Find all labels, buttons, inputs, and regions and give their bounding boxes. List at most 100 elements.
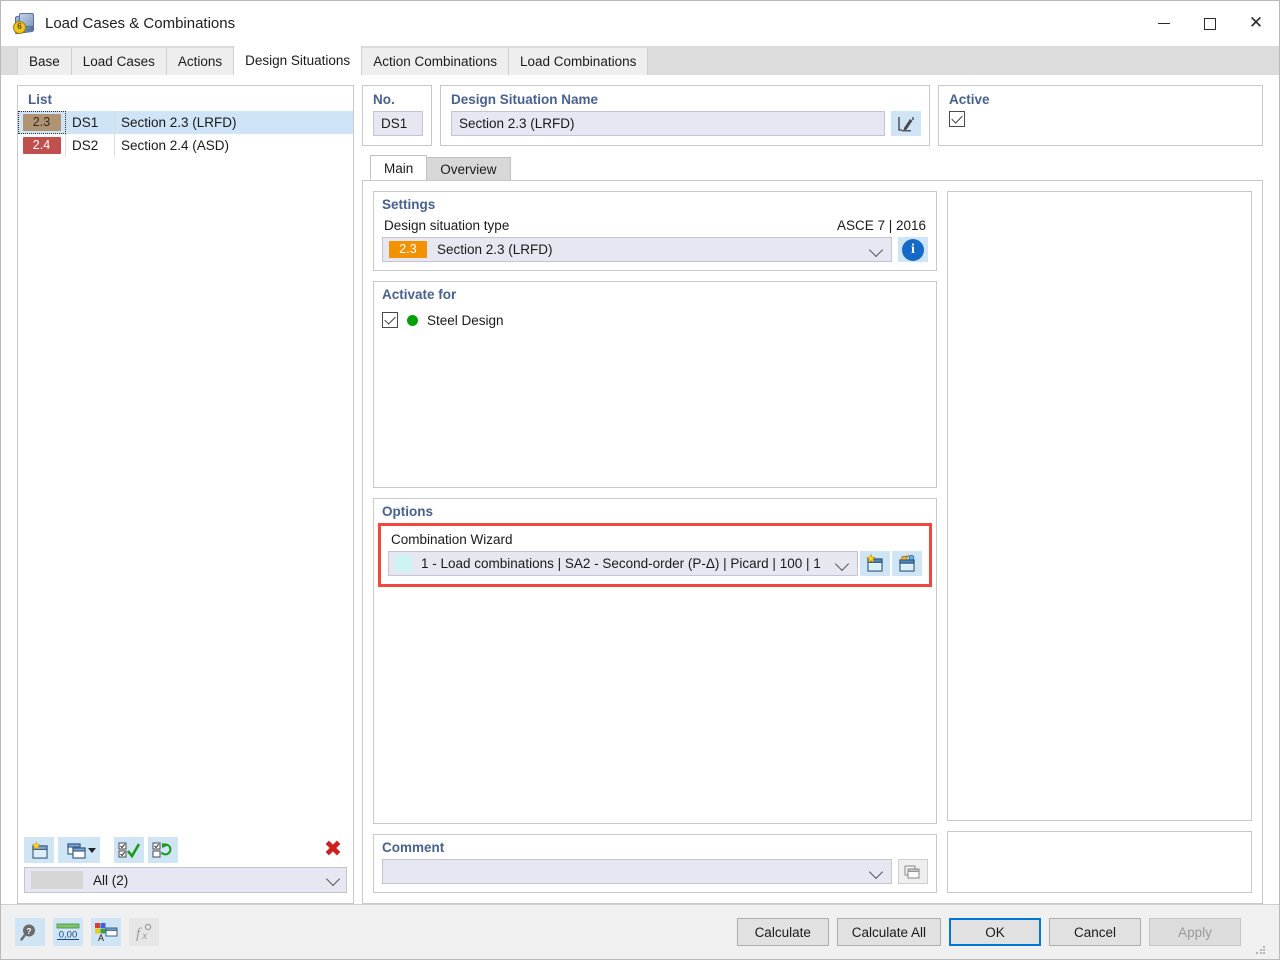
list-rows: 2.3 DS1 Section 2.3 (LRFD) 2.4 DS2 Secti…: [18, 111, 353, 833]
calculate-all-button[interactable]: Calculate All: [836, 918, 941, 946]
apply-button: Apply: [1149, 918, 1241, 946]
tab-design-situations[interactable]: Design Situations: [233, 46, 363, 75]
content-area: List 2.3 DS1 Section 2.3 (LRFD) 2.4 DS2: [1, 75, 1279, 904]
combination-wizard-value: 1 - Load combinations | SA2 - Second-ord…: [421, 556, 821, 571]
maximize-icon[interactable]: [1187, 1, 1233, 46]
row-no: DS2: [72, 138, 99, 153]
comment-select[interactable]: [382, 859, 892, 884]
tab-action-combinations[interactable]: Action Combinations: [361, 48, 510, 75]
edit-pencil-icon[interactable]: [891, 111, 921, 136]
chevron-down-icon: [868, 242, 884, 258]
list-item[interactable]: Steel Design: [382, 312, 928, 328]
details-header-row: No. DS1 Design Situation Name Section 2.…: [362, 85, 1263, 146]
title-bar: 6 Load Cases & Combinations ✕: [1, 1, 1279, 46]
settings-title: Settings: [382, 197, 436, 212]
red-x-icon[interactable]: ✖: [319, 837, 347, 863]
left-column: List 2.3 DS1 Section 2.3 (LRFD) 2.4 DS2: [1, 75, 354, 904]
svg-text:0,00: 0,00: [59, 930, 78, 941]
no-field[interactable]: DS1: [373, 111, 423, 136]
tab-overview[interactable]: Overview: [426, 157, 511, 180]
display-properties-icon[interactable]: A: [91, 918, 121, 946]
design-situations-list-panel: List 2.3 DS1 Section 2.3 (LRFD) 2.4 DS2: [17, 85, 354, 904]
chevron-down-icon: [868, 864, 884, 880]
load-cases-combinations-window: 6 Load Cases & Combinations ✕ Base Load …: [0, 0, 1280, 960]
list-toolbar: ✖: [18, 833, 353, 867]
combination-wizard-highlight: Combination Wizard 1 - Load combinations…: [378, 523, 932, 587]
no-title: No.: [373, 92, 395, 107]
row-name: Section 2.4 (ASD): [114, 134, 353, 157]
calculate-button[interactable]: Calculate: [736, 918, 829, 946]
chevron-down-icon: [88, 848, 96, 853]
preview-box-bottom: [947, 831, 1252, 893]
design-situation-type-select[interactable]: 2.3 Section 2.3 (LRFD): [382, 237, 892, 262]
comment-title: Comment: [382, 840, 445, 855]
new-wizard-icon[interactable]: [860, 551, 890, 576]
minimize-icon[interactable]: [1141, 1, 1187, 46]
comment-group: Comment: [373, 834, 937, 893]
inner-tab-body: Settings Design situation type ASCE 7 | …: [362, 180, 1263, 904]
tab-base[interactable]: Base: [17, 48, 72, 75]
tab-main[interactable]: Main: [370, 155, 428, 180]
filter-swatch: [31, 871, 83, 889]
no-panel: No. DS1: [362, 85, 432, 146]
svg-text:?: ?: [26, 926, 31, 936]
design-situation-name-panel: Design Situation Name Section 2.3 (LRFD): [440, 85, 930, 146]
combination-wizard-label: Combination Wizard: [391, 532, 513, 547]
close-icon[interactable]: ✕: [1233, 1, 1279, 46]
list-filter-select[interactable]: All (2): [24, 867, 347, 893]
design-situation-type-value: Section 2.3 (LRFD): [437, 242, 553, 257]
list-filter-row: All (2): [18, 867, 353, 903]
active-checkbox[interactable]: [949, 111, 965, 127]
main-tab-left: Settings Design situation type ASCE 7 | …: [373, 191, 937, 893]
status-dot-icon: [407, 314, 418, 326]
new-window-icon[interactable]: [24, 837, 54, 863]
svg-text:A: A: [98, 933, 104, 942]
design-situation-name-field[interactable]: Section 2.3 (LRFD): [451, 111, 885, 136]
list-filter-label: All (2): [93, 872, 129, 888]
type-badge: 2.3: [389, 241, 427, 258]
status-badge: 2.3: [22, 114, 61, 131]
svg-text:x: x: [141, 928, 148, 942]
standard-label: ASCE 7 | 2016: [836, 218, 926, 233]
row-badge-cell: 2.3: [18, 111, 66, 134]
tab-load-cases[interactable]: Load Cases: [70, 48, 167, 75]
help-magnifier-icon[interactable]: ?: [15, 918, 45, 946]
check-all-icon[interactable]: [114, 837, 144, 863]
ok-button[interactable]: OK: [949, 918, 1041, 946]
copy-window-dropdown-icon[interactable]: [58, 837, 100, 863]
activate-for-group: Activate for Steel Design: [373, 281, 937, 488]
status-badge: 2.4: [22, 137, 61, 154]
invert-selection-icon[interactable]: [148, 837, 178, 863]
chevron-down-icon: [834, 556, 850, 572]
active-panel: Active: [938, 85, 1263, 146]
copy-comment-icon[interactable]: [898, 859, 928, 884]
activate-for-title: Activate for: [382, 287, 457, 302]
settings-group: Settings Design situation type ASCE 7 | …: [373, 191, 937, 271]
decimal-places-icon[interactable]: 0,00: [53, 918, 83, 946]
active-title: Active: [949, 92, 990, 107]
list-title: List: [28, 92, 53, 107]
table-row[interactable]: 2.4 DS2 Section 2.4 (ASD): [18, 134, 353, 157]
main-tab-strip: Base Load Cases Actions Design Situation…: [1, 46, 1279, 75]
combination-wizard-select[interactable]: 1 - Load combinations | SA2 - Second-ord…: [388, 551, 858, 576]
inner-tab-strip: Main Overview: [362, 155, 1263, 180]
info-icon[interactable]: i: [898, 237, 928, 262]
options-title: Options: [382, 504, 433, 519]
tab-load-combinations[interactable]: Load Combinations: [508, 48, 649, 75]
wizard-color-swatch: [395, 555, 412, 572]
tab-actions[interactable]: Actions: [165, 48, 235, 75]
table-row[interactable]: 2.3 DS1 Section 2.3 (LRFD): [18, 111, 353, 134]
cancel-button[interactable]: Cancel: [1049, 918, 1141, 946]
load-cases-icon: 6: [13, 12, 35, 35]
edit-wizard-icon[interactable]: [892, 551, 922, 576]
window-title: Load Cases & Combinations: [45, 15, 236, 32]
resize-grip-icon[interactable]: [1255, 945, 1265, 955]
design-situation-type-label: Design situation type: [384, 218, 510, 233]
formula-fx-icon: f x: [129, 918, 159, 946]
options-group: Options Combination Wizard 1 - Load comb…: [373, 498, 937, 824]
row-name: Section 2.3 (LRFD): [114, 111, 353, 134]
preview-box-top: [947, 191, 1252, 821]
row-badge-cell: 2.4: [18, 134, 66, 157]
steel-design-checkbox[interactable]: [382, 312, 398, 328]
right-column: No. DS1 Design Situation Name Section 2.…: [354, 75, 1279, 904]
